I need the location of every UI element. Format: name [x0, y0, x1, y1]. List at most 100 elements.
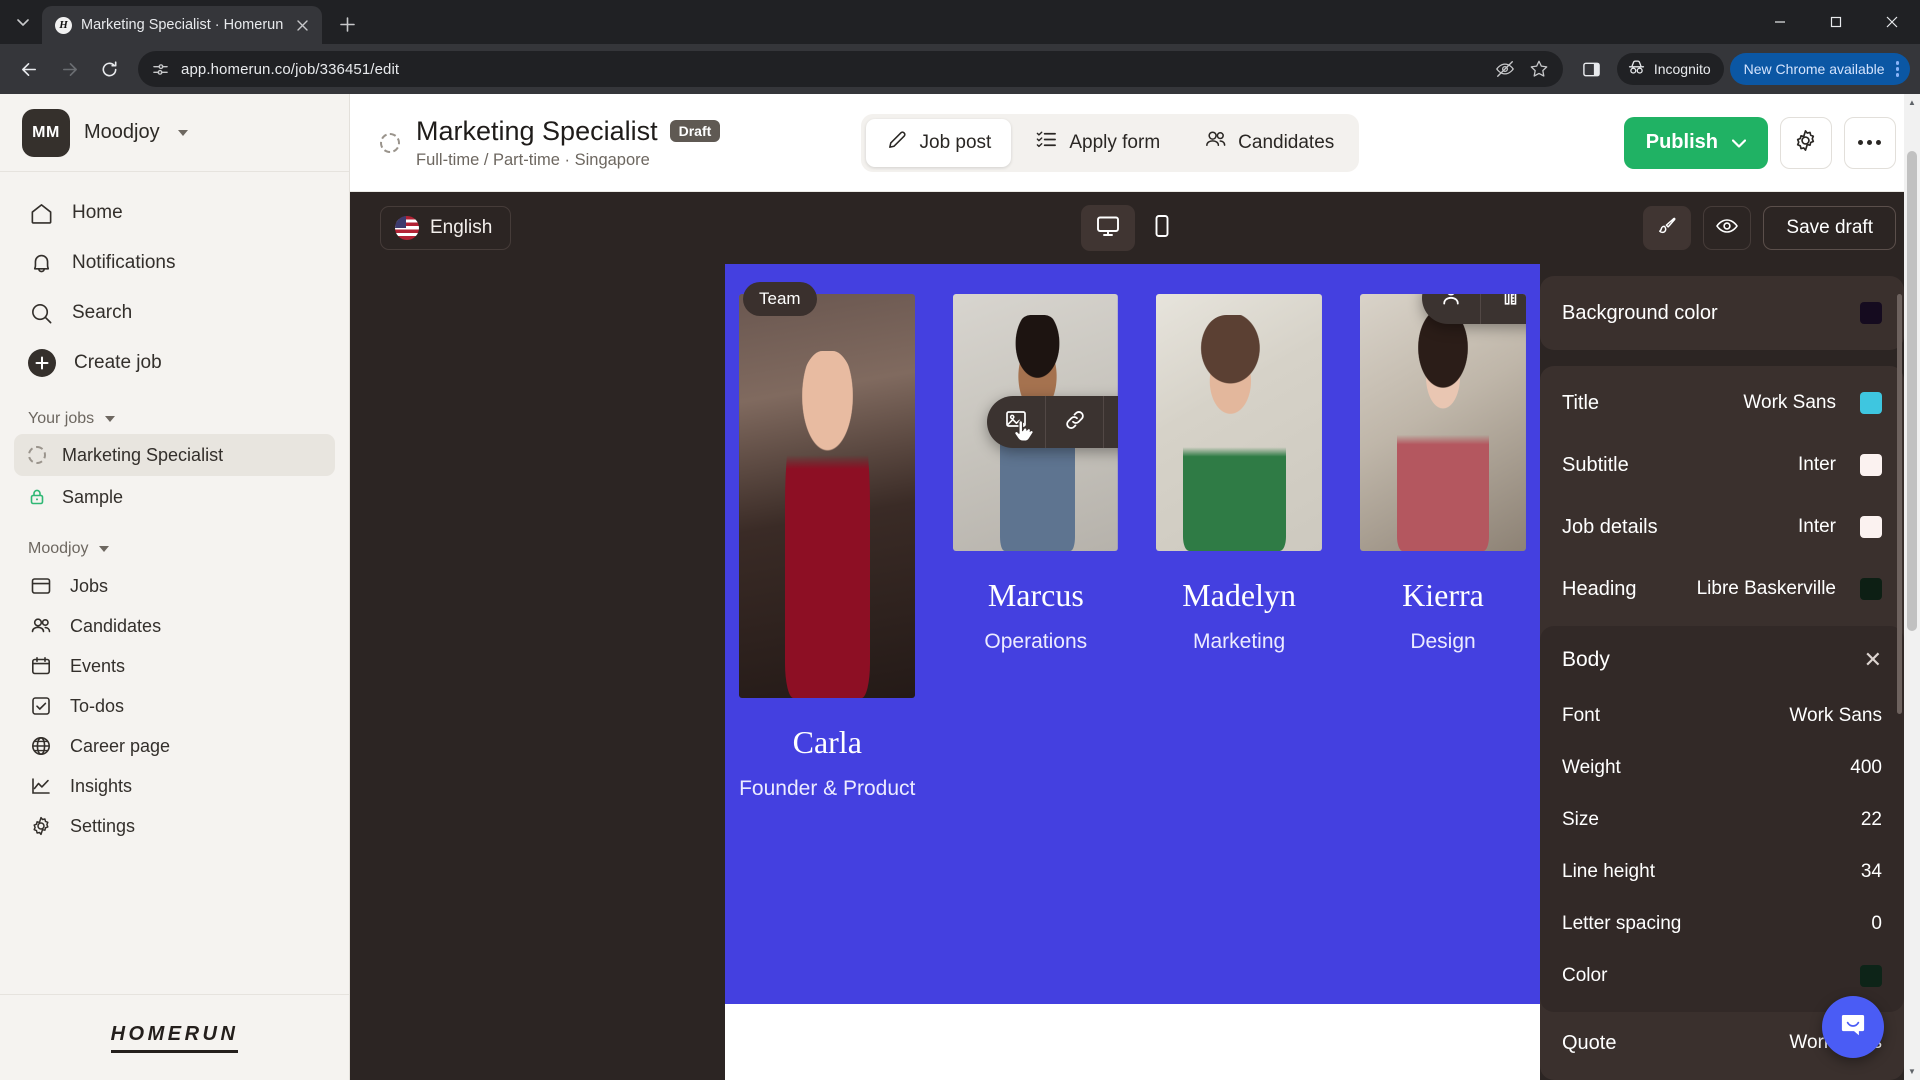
sidebar-item-label: Events	[70, 655, 126, 676]
typography-row-subtitle[interactable]: Subtitle Inter	[1540, 434, 1904, 496]
close-icon[interactable]	[292, 15, 312, 35]
member-photo[interactable]	[1156, 294, 1323, 551]
body-letter-spacing-row[interactable]: Letter spacing 0	[1540, 898, 1904, 950]
scroll-down-arrow[interactable]: ▼	[1904, 1063, 1920, 1080]
site-settings-icon[interactable]	[152, 61, 169, 78]
sidebar-item-insights[interactable]: Insights	[14, 766, 335, 806]
sidebar-item-search[interactable]: Search	[14, 288, 335, 338]
sidebar-job-label: Marketing Specialist	[62, 444, 224, 465]
sidebar-item-create-job[interactable]: Create job	[14, 338, 335, 388]
team-member-card[interactable]: Madelyn Marketing	[1156, 294, 1323, 801]
link-image-button[interactable]	[1045, 396, 1103, 448]
sidebar-item-label: Insights	[70, 775, 133, 796]
publish-button[interactable]: Publish	[1623, 116, 1768, 169]
body-size-row[interactable]: Size 22	[1540, 794, 1904, 846]
back-icon[interactable]	[10, 50, 48, 88]
person-block-button[interactable]	[1422, 294, 1480, 324]
chevron-down-icon	[105, 416, 116, 422]
tab-apply-form[interactable]: Apply form	[1015, 119, 1180, 167]
typography-row-heading[interactable]: Heading Libre Baskerville	[1540, 558, 1904, 620]
tab-job-post[interactable]: Job post	[865, 118, 1012, 167]
chrome-menu-icon[interactable]	[1891, 61, 1905, 77]
sidebar-item-settings[interactable]: Settings	[14, 806, 335, 846]
language-selector[interactable]: English	[380, 206, 512, 250]
typography-row-job-details[interactable]: Job details Inter	[1540, 496, 1904, 558]
team-member-card[interactable]: Marcus Operations	[953, 294, 1119, 801]
style-block-button[interactable]	[1480, 294, 1526, 324]
background-color-row[interactable]: Background color	[1540, 282, 1904, 344]
page-preview-canvas[interactable]: Team Carla Founder & Product Marcus Oper…	[725, 264, 1540, 1080]
job-settings-button[interactable]	[1779, 116, 1832, 169]
sidebar-item-jobs[interactable]: Jobs	[14, 566, 335, 606]
workspace-group[interactable]: Moodjoy	[0, 518, 349, 564]
your-jobs-group[interactable]: Your jobs	[0, 388, 349, 434]
typography-row-title[interactable]: Title Work Sans	[1540, 372, 1904, 434]
team-section[interactable]: Team Carla Founder & Product Marcus Oper…	[725, 264, 1540, 1004]
scroll-up-arrow[interactable]: ▲	[1904, 94, 1920, 111]
incognito-indicator[interactable]: Incognito	[1616, 53, 1724, 85]
bookmark-star-icon[interactable]	[1529, 59, 1549, 79]
team-member-card[interactable]: Kierra Design	[1360, 294, 1526, 801]
reload-icon[interactable]	[90, 50, 128, 88]
typography-label: Heading	[1562, 577, 1637, 600]
tab-search-button[interactable]	[6, 5, 40, 39]
sidebar-item-notifications[interactable]: Notifications	[14, 238, 335, 288]
body-color-row[interactable]: Color	[1540, 950, 1904, 1002]
typography-color-swatch[interactable]	[1860, 392, 1882, 414]
panel-scrollbar[interactable]	[1897, 294, 1902, 714]
typography-color-swatch[interactable]	[1860, 578, 1882, 600]
browser-tab[interactable]: H Marketing Specialist · Homerun	[42, 6, 323, 44]
more-options-button[interactable]	[1843, 116, 1896, 169]
sidebar-item-sample[interactable]: Sample	[14, 476, 335, 518]
sidebar-item-marketing-specialist[interactable]: Marketing Specialist	[14, 434, 335, 476]
forward-icon[interactable]	[50, 50, 88, 88]
body-color-swatch[interactable]	[1860, 965, 1882, 987]
body-size-label: Size	[1562, 809, 1599, 830]
member-role: Design	[1410, 630, 1476, 653]
people-icon	[28, 615, 54, 637]
sidebar-item-candidates[interactable]: Candidates	[14, 606, 335, 646]
body-settings-header: Body ✕	[1540, 630, 1904, 690]
team-member-card[interactable]: Carla Founder & Product	[739, 294, 916, 801]
side-panel-icon[interactable]	[1573, 50, 1611, 88]
status-badge: Draft	[669, 120, 721, 142]
style-panel: Background color Title Work Sans Subtitl…	[1540, 264, 1904, 1080]
body-weight-row[interactable]: Weight 400	[1540, 742, 1904, 794]
window-close-icon[interactable]	[1864, 0, 1920, 44]
intercom-chat-button[interactable]	[1822, 996, 1884, 1058]
replace-image-button[interactable]	[987, 396, 1045, 448]
sidebar-item-home[interactable]: Home	[14, 188, 335, 238]
minimize-icon[interactable]	[1752, 0, 1808, 44]
close-icon[interactable]: ✕	[1864, 649, 1882, 671]
body-font-row[interactable]: Font Work Sans	[1540, 690, 1904, 742]
member-photo[interactable]	[1360, 294, 1526, 551]
sidebar-item-events[interactable]: Events	[14, 646, 335, 686]
background-color-card[interactable]: Background color	[1540, 276, 1904, 350]
page-scrollbar[interactable]: ▲ ▼	[1904, 94, 1920, 1080]
preview-button[interactable]	[1703, 206, 1752, 250]
member-photo[interactable]	[953, 294, 1119, 551]
org-switcher[interactable]: MM Moodjoy	[0, 94, 349, 172]
delete-image-button[interactable]	[1103, 396, 1118, 448]
sidebar-item-label: Jobs	[70, 575, 109, 596]
sidebar-item-todos[interactable]: To-dos	[14, 686, 335, 726]
style-editor-button[interactable]	[1643, 206, 1692, 250]
save-draft-button[interactable]: Save draft	[1763, 206, 1896, 250]
body-line-height-row[interactable]: Line height 34	[1540, 846, 1904, 898]
mobile-view-button[interactable]	[1135, 205, 1189, 251]
address-bar[interactable]: app.homerun.co/job/336451/edit	[138, 51, 1563, 87]
chrome-update-button[interactable]: New Chrome available	[1729, 53, 1910, 85]
typography-color-swatch[interactable]	[1860, 454, 1882, 476]
member-name: Marcus	[987, 577, 1084, 613]
desktop-view-button[interactable]	[1081, 205, 1135, 251]
member-photo[interactable]	[739, 294, 916, 698]
tracking-protection-icon[interactable]	[1495, 59, 1515, 79]
background-color-swatch[interactable]	[1860, 302, 1882, 324]
maximize-icon[interactable]	[1808, 0, 1864, 44]
typography-color-swatch[interactable]	[1860, 516, 1882, 538]
new-tab-button[interactable]	[330, 7, 364, 41]
sidebar-item-career-page[interactable]: Career page	[14, 726, 335, 766]
scrollbar-thumb[interactable]	[1907, 151, 1917, 631]
tab-candidates[interactable]: Candidates	[1184, 119, 1354, 167]
checkbox-icon	[28, 695, 54, 717]
